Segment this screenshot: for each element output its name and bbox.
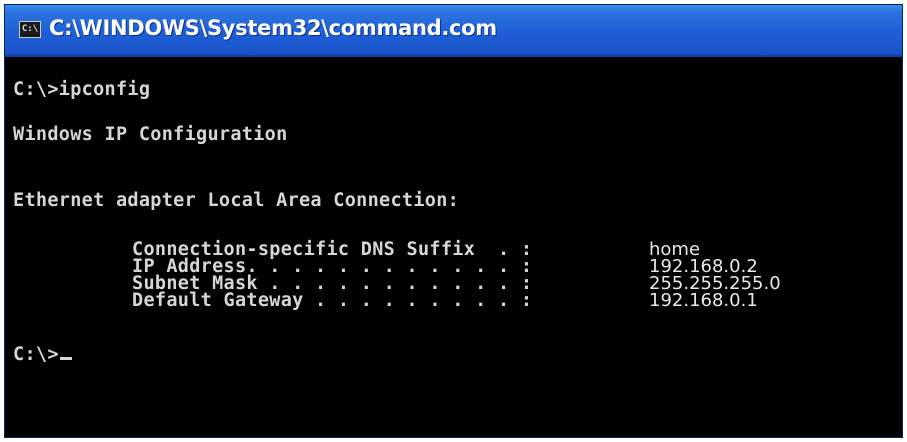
command-prompt-icon[interactable]: C:\ bbox=[19, 21, 41, 38]
text-cursor bbox=[59, 357, 72, 360]
console-area[interactable]: C:\>ipconfig Windows IP Configuration Et… bbox=[5, 57, 902, 437]
entry-value-default-gateway: 192.168.0.1 bbox=[649, 290, 758, 311]
entry-label-default-gateway: Default Gateway . . . . . . . . . : bbox=[132, 290, 533, 311]
title-bar[interactable]: C:\ C:\WINDOWS\System32\command.com bbox=[5, 5, 902, 57]
window-title: C:\WINDOWS\System32\command.com bbox=[49, 16, 497, 40]
command-line: C:\>ipconfig bbox=[13, 79, 151, 100]
prompt-text: C:\> bbox=[13, 344, 59, 365]
adapter-heading: Ethernet adapter Local Area Connection: bbox=[13, 190, 460, 211]
prompt-line[interactable]: C:\> bbox=[13, 344, 72, 365]
ip-config-header: Windows IP Configuration bbox=[13, 124, 288, 145]
command-prompt-window[interactable]: C:\ C:\WINDOWS\System32\command.com C:\>… bbox=[4, 4, 903, 438]
